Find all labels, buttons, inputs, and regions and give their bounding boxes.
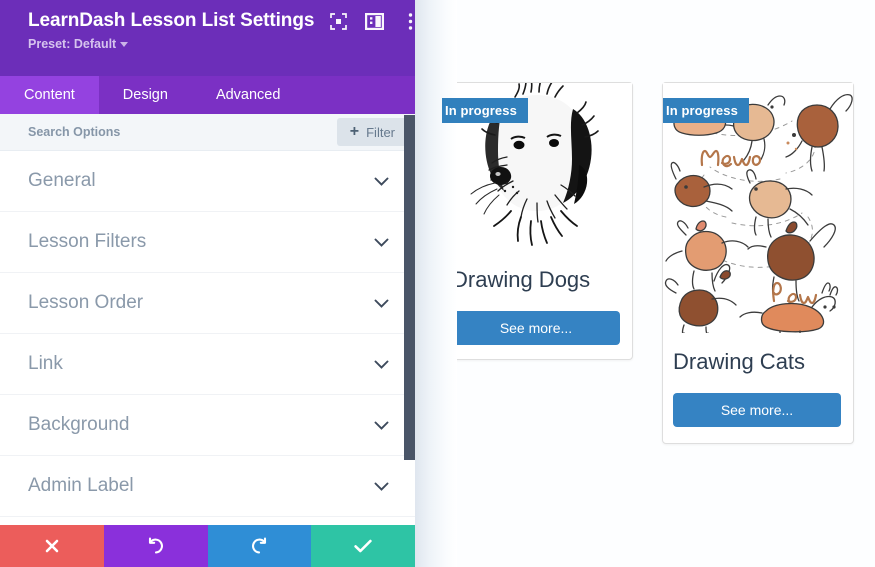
divi-builder-screen: In progress Drawing Dogs See more... In …: [0, 0, 875, 567]
accordion-item-background[interactable]: Background: [0, 395, 415, 456]
lesson-card-title: Drawing Dogs: [452, 267, 591, 292]
chevron-down-icon: [374, 238, 389, 247]
preset-label: Preset: Default: [28, 37, 117, 51]
chevron-down-icon: [374, 299, 389, 308]
status-badge: In progress: [663, 98, 749, 123]
plus-icon: +: [349, 123, 360, 140]
settings-footer-actions: [0, 525, 415, 567]
accordion-item-lesson-filters[interactable]: Lesson Filters: [0, 212, 415, 273]
accordion-item-lesson-order[interactable]: Lesson Order: [0, 273, 415, 334]
status-badge-label: In progress: [666, 103, 738, 118]
focus-icon[interactable]: [328, 11, 348, 31]
check-icon: [354, 539, 372, 553]
panel-scrollbar[interactable]: [404, 115, 415, 460]
lesson-thumbnail: In progress: [442, 83, 632, 251]
lesson-card[interactable]: In progress: [662, 82, 854, 444]
module-settings-panel: LearnDash Lesson List Settings Preset: D…: [0, 0, 415, 567]
undo-button[interactable]: [103, 525, 208, 567]
settings-panel-title: LearnDash Lesson List Settings: [28, 10, 315, 31]
settings-header-row: LearnDash Lesson List Settings: [28, 10, 412, 32]
redo-icon: [252, 537, 267, 554]
close-icon: [45, 539, 59, 553]
chevron-down-icon: [374, 177, 389, 186]
settings-accordion: General Lesson Filters Lesson Order Link…: [0, 151, 415, 566]
see-more-button[interactable]: See more...: [673, 393, 841, 428]
status-badge: In progress: [442, 98, 528, 123]
add-filter-button[interactable]: + Filter: [336, 118, 408, 146]
chevron-down-icon: [374, 482, 389, 491]
accordion-label: Admin Label: [28, 475, 134, 496]
accordion-label: General: [28, 170, 96, 191]
lesson-card-title: Drawing Cats: [673, 349, 806, 374]
lesson-card-action: See more...: [663, 375, 853, 441]
settings-tabs: Content Design Advanced: [0, 76, 415, 114]
accordion-label: Link: [28, 353, 63, 374]
layout-panel-icon[interactable]: [364, 11, 384, 31]
accordion-label: Lesson Filters: [28, 231, 147, 252]
chevron-down-icon: [374, 421, 389, 430]
tab-advanced[interactable]: Advanced: [192, 76, 305, 114]
save-button[interactable]: [311, 525, 415, 567]
add-filter-label: Filter: [366, 124, 395, 140]
search-options-bar: + Filter: [0, 114, 415, 151]
more-vertical-icon[interactable]: [400, 11, 415, 31]
preset-selector[interactable]: Preset: Default: [28, 37, 401, 51]
lesson-thumbnail: In progress: [663, 83, 853, 333]
redo-button[interactable]: [207, 525, 312, 567]
accordion-item-admin-label[interactable]: Admin Label: [0, 456, 415, 517]
accordion-label: Background: [28, 414, 130, 435]
chevron-down-icon: [120, 41, 129, 47]
status-badge-label: In progress: [445, 103, 517, 118]
chevron-down-icon: [374, 360, 389, 369]
accordion-label: Lesson Order: [28, 292, 144, 313]
tab-design[interactable]: Design: [99, 76, 192, 114]
search-input[interactable]: [28, 125, 337, 139]
see-more-button[interactable]: See more...: [452, 311, 620, 346]
undo-icon: [148, 537, 163, 554]
discard-button[interactable]: [0, 525, 104, 567]
lesson-card-action: See more...: [442, 293, 632, 359]
accordion-item-link[interactable]: Link: [0, 334, 415, 395]
tab-content[interactable]: Content: [0, 76, 99, 114]
page-canvas: In progress Drawing Dogs See more... In …: [415, 0, 875, 567]
lesson-card[interactable]: In progress: [441, 82, 633, 360]
settings-header-actions: [328, 11, 415, 31]
settings-panel-header: LearnDash Lesson List Settings Preset: D…: [0, 0, 415, 76]
accordion-item-general[interactable]: General: [0, 151, 415, 212]
